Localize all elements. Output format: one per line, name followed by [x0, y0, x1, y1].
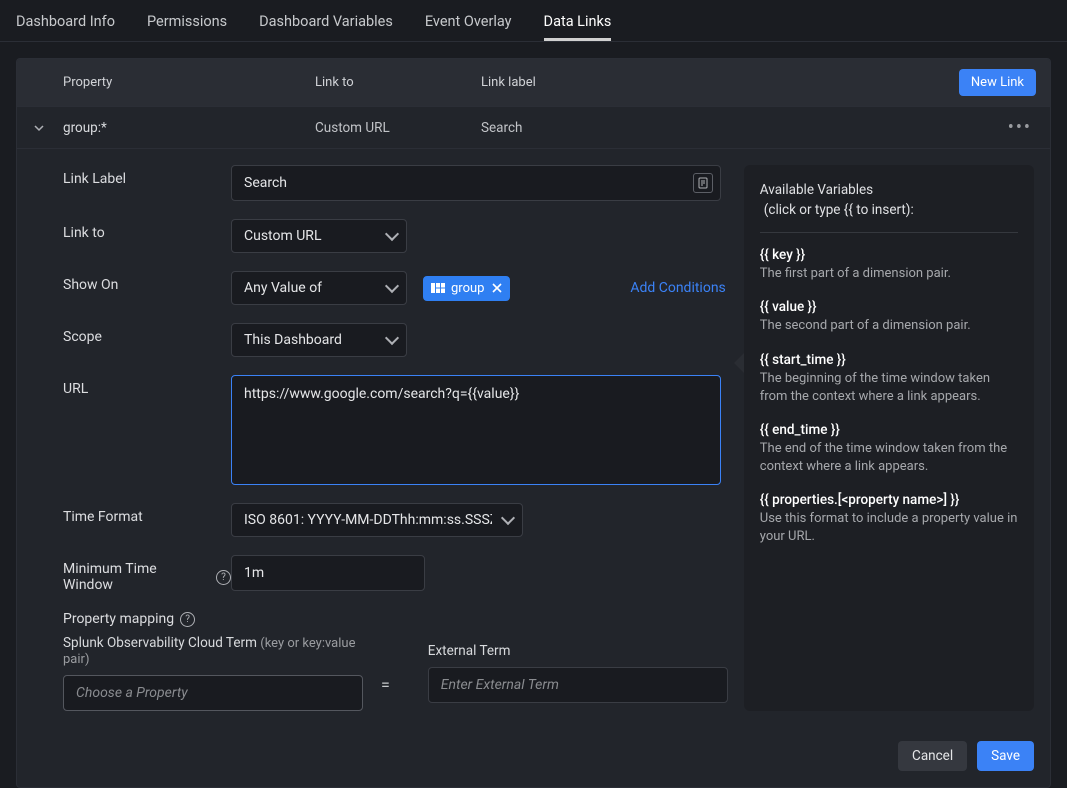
var-item-properties[interactable]: {{ properties.[<property name>] }} Use t…: [760, 492, 1018, 546]
actions-bar: Cancel Save: [17, 727, 1050, 787]
label-link-label: Link Label: [63, 165, 231, 187]
tab-dashboard-info[interactable]: Dashboard Info: [16, 3, 115, 38]
tab-permissions[interactable]: Permissions: [147, 3, 227, 38]
available-variables-panel: Available Variables (click or type {{ to…: [744, 165, 1034, 711]
link-row-summary[interactable]: group:* Custom URL Search •••: [17, 106, 1050, 148]
row-actions-menu-icon[interactable]: •••: [1004, 117, 1036, 138]
tabs-bar: Dashboard Info Permissions Dashboard Var…: [0, 0, 1067, 42]
tab-dashboard-variables[interactable]: Dashboard Variables: [259, 3, 393, 38]
header-link-to: Link to: [315, 75, 481, 90]
external-term-input[interactable]: [428, 667, 728, 703]
help-icon[interactable]: ?: [180, 612, 195, 627]
expand-caret-icon[interactable]: [33, 122, 63, 134]
panel-header-row: Property Link to Link label New Link: [17, 59, 1050, 106]
add-conditions-link[interactable]: Add Conditions: [630, 280, 727, 296]
summary-property: group:*: [63, 120, 315, 136]
label-show-on: Show On: [63, 271, 231, 293]
vars-title: Available Variables (click or type {{ to…: [760, 181, 1018, 233]
link-to-select[interactable]: Custom URL: [231, 219, 407, 253]
tab-data-links[interactable]: Data Links: [544, 3, 612, 41]
chip-dimension-icon: [431, 283, 445, 293]
label-link-to: Link to: [63, 219, 231, 241]
chip-remove-icon[interactable]: [492, 283, 502, 293]
label-time-format: Time Format: [63, 503, 231, 525]
save-button[interactable]: Save: [977, 741, 1034, 771]
min-time-window-input[interactable]: [231, 555, 425, 591]
help-icon[interactable]: ?: [216, 570, 231, 585]
new-link-button[interactable]: New Link: [959, 69, 1036, 96]
cancel-button[interactable]: Cancel: [898, 741, 967, 771]
var-item-end-time[interactable]: {{ end_time }} The end of the time windo…: [760, 422, 1018, 476]
time-format-select[interactable]: ISO 8601: YYYY-MM-DDThh:mm:ss.SSSZ: [231, 503, 523, 537]
var-item-key[interactable]: {{ key }} The first part of a dimension …: [760, 247, 1018, 283]
summary-link-to: Custom URL: [315, 120, 481, 136]
form-container: Link Label Link to Custom URL Sh: [63, 165, 728, 711]
label-min-time-window: Minimum Time Window ?: [63, 555, 231, 593]
header-link-label: Link label: [481, 75, 959, 90]
header-property: Property: [63, 75, 315, 90]
panel-body: Link Label Link to Custom URL Sh: [17, 148, 1050, 727]
property-mapping-row: Splunk Observability Cloud Term (key or …: [63, 635, 728, 711]
chip-label: group: [451, 281, 484, 296]
mapping-right-head: External Term: [428, 643, 728, 659]
summary-link-label: Search: [481, 120, 1004, 136]
show-on-select[interactable]: Any Value of: [231, 271, 407, 305]
condition-chip-group[interactable]: group: [423, 276, 510, 301]
tab-event-overlay[interactable]: Event Overlay: [425, 3, 512, 38]
link-label-input[interactable]: [231, 165, 721, 201]
url-textarea[interactable]: [231, 375, 721, 485]
property-select-input[interactable]: [63, 675, 363, 711]
scope-select[interactable]: This Dashboard: [231, 323, 407, 357]
equals-sign: =: [381, 653, 390, 694]
label-url: URL: [63, 375, 231, 397]
mapping-left-head: Splunk Observability Cloud Term (key or …: [63, 635, 363, 667]
label-scope: Scope: [63, 323, 231, 345]
var-item-value[interactable]: {{ value }} The second part of a dimensi…: [760, 299, 1018, 335]
data-links-panel: Property Link to Link label New Link gro…: [16, 58, 1051, 788]
property-mapping-heading: Property mapping ?: [63, 611, 728, 627]
var-item-start-time[interactable]: {{ start_time }} The beginning of the ti…: [760, 352, 1018, 406]
input-variable-picker-icon[interactable]: [693, 173, 713, 193]
